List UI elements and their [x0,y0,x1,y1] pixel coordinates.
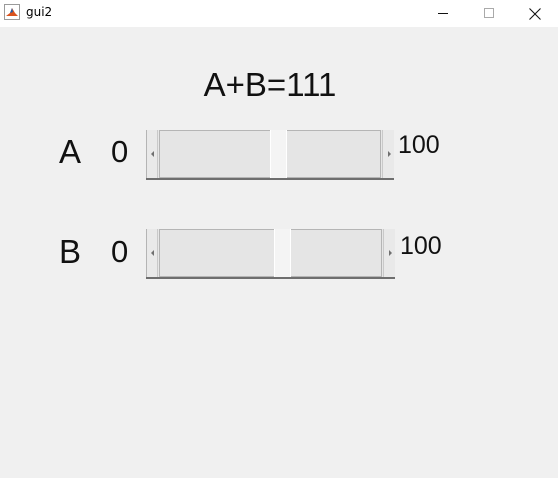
slider-b-label: B [59,233,82,270]
slider-a-min-label: 0 [111,134,129,169]
maximize-icon [483,8,495,19]
slider-a-max-label: 100 [398,131,440,159]
slider-b-right-arrow[interactable] [383,229,395,277]
slider-a-left-arrow[interactable] [146,130,158,178]
slider-b-max-label: 100 [400,232,442,260]
slider-b[interactable] [146,229,395,279]
maximize-button[interactable] [466,0,512,27]
slider-a-thumb[interactable] [270,130,287,178]
slider-a-label: A [59,133,82,170]
window-title: gui2 [26,5,53,19]
close-icon [529,7,541,20]
arrow-left-icon [151,151,154,157]
slider-a[interactable] [146,130,394,180]
slider-b-trough[interactable] [159,229,382,277]
minimize-icon [437,8,449,19]
arrow-left-icon [151,250,154,256]
slider-b-min-label: 0 [111,234,129,269]
matlab-icon [4,4,20,20]
close-button[interactable] [512,0,558,27]
arrow-right-icon [388,151,391,157]
arrow-right-icon [389,250,392,256]
slider-b-left-arrow[interactable] [146,229,158,277]
slider-a-right-arrow[interactable] [382,130,394,178]
minimize-button[interactable] [420,0,466,27]
slider-b-thumb[interactable] [274,229,291,277]
title-bar[interactable]: gui2 [0,0,558,27]
sum-display: A+B=111 [203,66,337,103]
